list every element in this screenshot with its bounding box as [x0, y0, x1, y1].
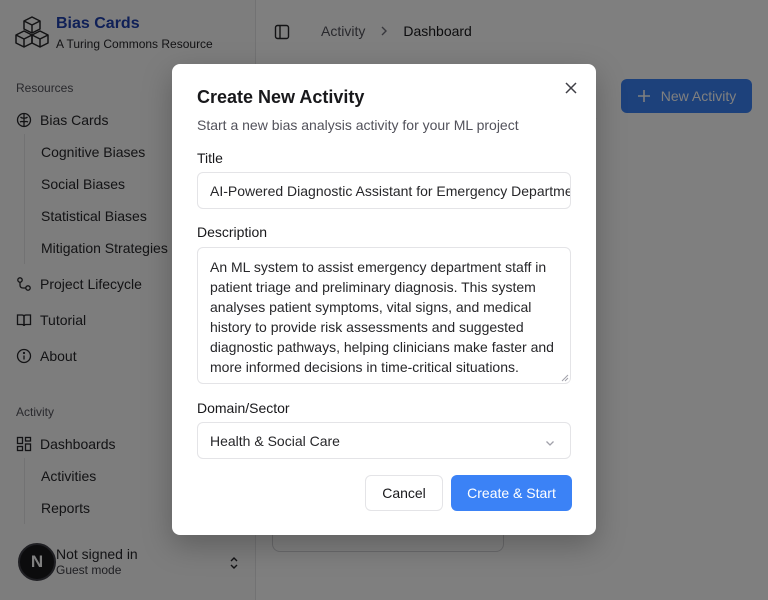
dialog-description: Start a new bias analysis activity for y… [197, 117, 519, 133]
description-text: An ML system to assist emergency departm… [210, 259, 554, 375]
dialog-title: Create New Activity [197, 87, 365, 107]
create-activity-dialog: Create New Activity Start a new bias ana… [172, 64, 596, 535]
domain-select[interactable]: Health & Social Care [197, 422, 571, 459]
chevron-down-icon [546, 441, 554, 446]
title-field-label: Title [197, 150, 223, 166]
cancel-button[interactable]: Cancel [365, 475, 443, 511]
title-input[interactable]: AI-Powered Diagnostic Assistant for Emer… [197, 172, 571, 209]
domain-select-value: Health & Social Care [210, 432, 340, 449]
description-field-label: Description [197, 224, 268, 240]
resize-grip-icon[interactable] [561, 374, 569, 382]
description-textarea[interactable]: An ML system to assist emergency departm… [197, 247, 571, 384]
domain-field-label: Domain/Sector [197, 400, 290, 416]
create-start-button[interactable]: Create & Start [451, 475, 572, 511]
close-icon[interactable] [564, 81, 578, 95]
